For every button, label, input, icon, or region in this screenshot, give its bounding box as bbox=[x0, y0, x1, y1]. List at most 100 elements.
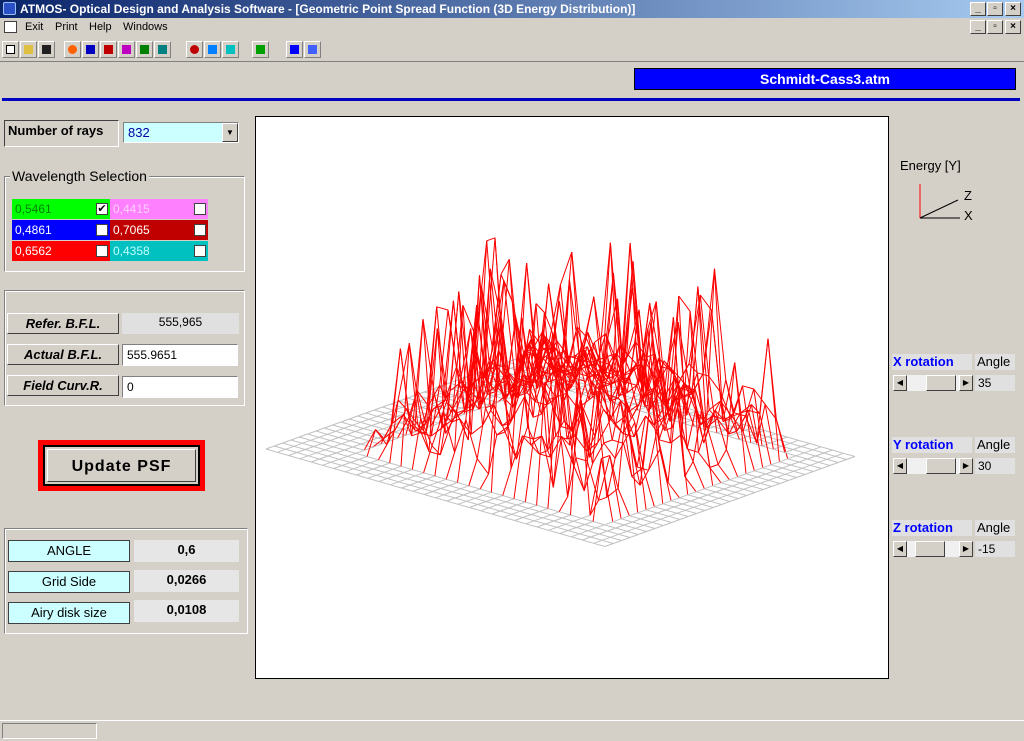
save-icon[interactable] bbox=[38, 41, 55, 58]
pc-icon[interactable] bbox=[252, 41, 269, 58]
mesh-line bbox=[293, 445, 306, 450]
scroll-right-icon[interactable]: ▶ bbox=[959, 541, 973, 557]
mesh-line bbox=[343, 424, 353, 429]
mesh-line bbox=[587, 530, 600, 535]
mesh-line bbox=[662, 500, 672, 505]
mesh-line bbox=[364, 468, 374, 473]
wavelength-checkbox[interactable] bbox=[96, 245, 108, 257]
mesh-line bbox=[717, 464, 730, 481]
ray-fan-icon[interactable] bbox=[82, 41, 99, 58]
chevron-down-icon[interactable]: ▼ bbox=[222, 123, 238, 142]
aberration-icon[interactable] bbox=[118, 41, 135, 58]
close-button[interactable]: × bbox=[1005, 2, 1021, 16]
wavefront-icon[interactable] bbox=[286, 41, 303, 58]
spot-icon[interactable] bbox=[100, 41, 117, 58]
menu-print[interactable]: Print bbox=[55, 21, 78, 33]
wavelength-checkbox[interactable] bbox=[194, 203, 206, 215]
mesh-line bbox=[477, 504, 490, 509]
mesh-line bbox=[604, 524, 616, 529]
open-folder-icon[interactable] bbox=[20, 41, 37, 58]
new-file-icon[interactable] bbox=[2, 41, 19, 58]
mesh-line bbox=[654, 503, 663, 508]
mesh-line bbox=[505, 498, 515, 503]
mesh-line bbox=[651, 521, 664, 526]
window-title: ATMOS- Optical Design and Analysis Softw… bbox=[20, 2, 636, 16]
mesh-line bbox=[424, 491, 433, 495]
mesh-line bbox=[378, 478, 388, 482]
mesh-line bbox=[553, 517, 563, 522]
scroll-left-icon[interactable]: ◀ bbox=[893, 375, 907, 391]
wavelength-checkbox[interactable]: ✔ bbox=[96, 203, 108, 215]
mtf-icon[interactable] bbox=[204, 41, 221, 58]
mesh-line bbox=[338, 434, 348, 438]
mesh-line bbox=[311, 461, 323, 466]
wavelength-checkbox[interactable] bbox=[194, 245, 206, 257]
mesh-line bbox=[621, 537, 631, 541]
menu-exit[interactable]: Exit bbox=[25, 21, 43, 33]
trace-icon[interactable] bbox=[154, 41, 171, 58]
x-rotation-slider[interactable]: ◀ ▶ bbox=[893, 375, 973, 391]
scroll-right-icon[interactable]: ▶ bbox=[959, 458, 973, 474]
child-close-button[interactable]: × bbox=[1005, 20, 1021, 34]
wavelength-item[interactable]: 0,7065 bbox=[110, 220, 208, 240]
wavelength-item[interactable]: 0,4861 bbox=[12, 220, 110, 240]
mesh-line bbox=[367, 474, 377, 479]
app-icon bbox=[3, 2, 16, 15]
z-rotation-thumb[interactable] bbox=[915, 541, 945, 557]
mesh-line bbox=[432, 491, 444, 496]
angle-value: 0,6 bbox=[134, 540, 239, 562]
mesh-line bbox=[610, 536, 622, 541]
actual-bfl-label: Actual B.F.L. bbox=[7, 344, 119, 365]
restore-button[interactable]: ▫ bbox=[987, 2, 1003, 16]
field-icon[interactable] bbox=[136, 41, 153, 58]
menu-windows[interactable]: Windows bbox=[123, 21, 168, 33]
mesh-line bbox=[344, 468, 354, 473]
mesh-line bbox=[511, 513, 524, 518]
mesh-line bbox=[745, 473, 758, 478]
lens-icon[interactable] bbox=[64, 41, 81, 58]
menu-help[interactable]: Help bbox=[89, 21, 112, 33]
mesh-line bbox=[439, 421, 453, 455]
mesh-line bbox=[534, 520, 546, 525]
wavelength-item[interactable]: 0,5461 ✔ bbox=[12, 199, 110, 219]
minimize-button[interactable]: _ bbox=[970, 2, 986, 16]
mesh-line bbox=[401, 487, 414, 492]
scroll-right-icon[interactable]: ▶ bbox=[959, 375, 973, 391]
wavelength-checkbox[interactable] bbox=[194, 224, 206, 236]
mesh-line bbox=[364, 471, 377, 476]
child-restore-button[interactable]: ▫ bbox=[987, 20, 1003, 34]
mesh-line bbox=[645, 415, 655, 426]
rays-select[interactable]: 832 ▼ bbox=[123, 122, 239, 143]
mesh-line bbox=[801, 464, 811, 469]
mesh-line bbox=[779, 458, 788, 463]
mesh-line bbox=[601, 539, 614, 544]
z-rotation-slider[interactable]: ◀ ▶ bbox=[893, 541, 973, 557]
wavelength-checkbox[interactable] bbox=[96, 224, 108, 236]
child-minimize-button[interactable]: _ bbox=[970, 20, 986, 34]
mesh-line bbox=[550, 511, 560, 516]
field-curv-input[interactable]: 0 bbox=[122, 376, 238, 398]
scroll-left-icon[interactable]: ◀ bbox=[893, 541, 907, 557]
mesh-line bbox=[704, 485, 713, 490]
x-rotation-thumb[interactable] bbox=[926, 375, 956, 391]
mesh-line bbox=[798, 461, 811, 466]
curve-icon[interactable] bbox=[304, 41, 321, 58]
wavelength-item[interactable]: 0,6562 bbox=[12, 241, 110, 261]
wavelength-item[interactable]: 0,4415 bbox=[110, 199, 208, 219]
wavelength-item[interactable]: 0,4358 bbox=[110, 241, 208, 261]
mesh-line bbox=[445, 452, 456, 480]
mesh-line bbox=[367, 477, 380, 482]
update-psf-button[interactable]: Update PSF bbox=[43, 445, 200, 486]
mesh-line bbox=[768, 476, 778, 481]
scroll-left-icon[interactable]: ◀ bbox=[893, 458, 907, 474]
y-rotation-thumb[interactable] bbox=[926, 458, 956, 474]
document-icon[interactable] bbox=[4, 21, 17, 33]
mesh-line bbox=[692, 461, 705, 489]
y-rotation-slider[interactable]: ◀ ▶ bbox=[893, 458, 973, 474]
mesh-line bbox=[274, 445, 286, 450]
mesh-line bbox=[609, 455, 619, 489]
psf-icon[interactable] bbox=[186, 41, 203, 58]
x-rotation-value: 35 bbox=[975, 375, 1015, 391]
play-icon[interactable] bbox=[222, 41, 239, 58]
actual-bfl-input[interactable]: 555.9651 bbox=[122, 344, 238, 366]
